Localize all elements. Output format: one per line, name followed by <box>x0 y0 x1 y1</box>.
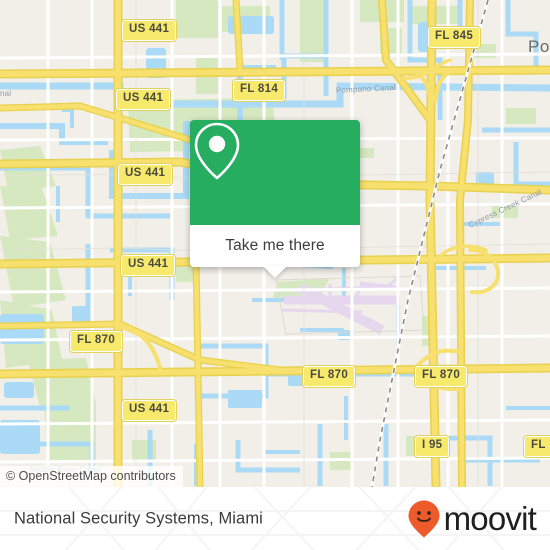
popup-action-bar[interactable]: Take me there <box>190 225 360 278</box>
page-title: National Security Systems, Miami <box>14 509 263 527</box>
popup-icon-area <box>190 120 360 225</box>
popup-pointer-arrow <box>263 266 287 278</box>
shield-fl-870-right[interactable]: FL 870 <box>415 366 468 387</box>
shield-us-441-upper[interactable]: US 441 <box>116 89 171 110</box>
map-label-left-edge-canal: nal <box>0 89 11 98</box>
shield-us-441-mid[interactable]: US 441 <box>118 164 173 185</box>
moovit-wordmark: moovit <box>443 500 537 537</box>
shield-fl-814[interactable]: FL 814 <box>233 80 286 101</box>
shield-us-441-left[interactable]: US 441 <box>121 255 176 276</box>
shield-fl-edge[interactable]: FL <box>524 436 550 457</box>
map-canvas[interactable]: Po Pompano Canal Cypress Creek Canal Mid… <box>0 0 550 487</box>
shield-us-441-top[interactable]: US 441 <box>122 20 177 41</box>
map-label-city: Po <box>528 37 550 56</box>
shield-us-441-bottom[interactable]: US 441 <box>122 400 177 421</box>
moovit-brand[interactable]: moovit <box>407 499 537 539</box>
shield-fl-870-left[interactable]: FL 870 <box>70 331 123 352</box>
footer-bar: National Security Systems, Miami moovit <box>0 487 550 550</box>
shield-fl-870-mid[interactable]: FL 870 <box>303 366 356 387</box>
shield-i-95[interactable]: I 95 <box>415 436 450 457</box>
map-pin-icon <box>194 122 240 180</box>
moovit-smiley-pin-icon <box>408 500 440 537</box>
take-me-there-label: Take me there <box>225 237 325 254</box>
shield-fl-845[interactable]: FL 845 <box>428 27 481 48</box>
map-attribution[interactable]: © OpenStreetMap contributors <box>0 466 183 487</box>
location-popup[interactable]: Take me there <box>190 120 360 278</box>
moovit-map-screenshot: Po Pompano Canal Cypress Creek Canal Mid… <box>0 0 550 550</box>
